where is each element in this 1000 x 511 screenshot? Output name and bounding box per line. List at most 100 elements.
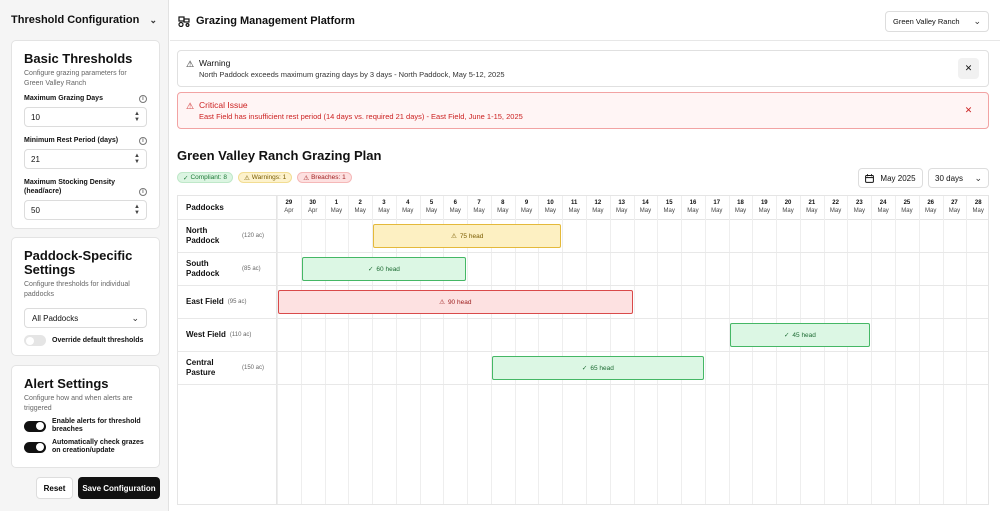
enable-alerts-toggle[interactable] [24,420,46,432]
day-label: 13 May [615,200,628,214]
warning-icon: ⚠ [450,233,457,240]
paddock-row: North Paddock (120 ac) [178,220,988,253]
day-label: 16 May [687,200,699,214]
range-select[interactable]: 30 days ⌄ [928,168,989,188]
month-picker-button[interactable]: May 2025 [858,168,923,188]
graze-bar-label: 90 head [447,298,472,306]
paddock-settings-heading: Paddock-Specific Settings [24,248,133,277]
auto-check-toggle[interactable] [24,441,46,453]
critical-title: Critical Issue [199,100,248,110]
paddock-label[interactable]: South Paddock (85 ac) [186,253,261,285]
breaches-badge-text: Breaches: 1 [311,174,346,181]
max-density-label-row: Maximum Stocking Density (head/acre) i [24,178,147,196]
paddock-name: South Paddock [186,259,220,278]
auto-check-label: Automatically check grazes on creation/u… [52,439,144,454]
info-icon[interactable]: i [139,95,147,103]
day-label: 25 May [901,200,913,214]
warning-title: Warning [199,58,231,68]
calendar-icon [865,173,875,183]
alert-settings-card: Alert Settings Configure how and when al… [11,365,160,468]
top-bar: Grazing Management Platform Green Valley… [170,0,1000,41]
day-label: 19 May [758,200,770,214]
ranch-select-value: Green Valley Ranch [893,17,960,26]
paddock-label[interactable]: West Field (110 ac) [186,319,251,351]
day-label: 6 May [449,200,461,214]
graze-bar[interactable]: ✓ 60 head [301,257,467,281]
day-label: 10 May [544,200,557,214]
plan-title: Green Valley Ranch Grazing Plan [177,148,382,163]
day-label: 12 May [592,200,604,214]
graze-bar-label: 65 head [590,364,614,372]
ranch-select[interactable]: Green Valley Ranch ⌄ [885,11,989,32]
paddock-acres: (150 ac) [242,365,265,371]
basic-thresholds-description: Configure grazing parameters for Green V… [24,70,127,87]
day-label: 21 May [806,200,818,214]
stepper-icon[interactable]: ▲ ▼ [134,111,140,123]
enable-alerts-row: Enable alerts for threshold breaches [24,418,147,434]
max-density-label: Maximum Stocking Density (head/acre) [24,179,116,195]
day-label: 5 May [425,200,438,214]
reset-button[interactable]: Reset [36,477,73,499]
close-icon[interactable]: ✕ [958,58,979,79]
paddock-label[interactable]: North Paddock (120 ac) [186,220,264,252]
save-configuration-button[interactable]: Save Configuration [78,477,160,499]
basic-thresholds-card: Basic Thresholds Configure grazing param… [11,40,160,229]
chevron-down-icon: ⌄ [974,172,982,183]
chevron-down-icon: ⌄ [131,312,139,323]
paddock-acres: (120 ac) [242,233,265,239]
check-icon: ✓ [367,266,374,273]
day-label: 15 May [663,200,675,214]
close-icon[interactable]: ✕ [958,100,979,121]
enable-alerts-label: Enable alerts for threshold breaches [52,418,141,433]
max-days-label: Maximum Grazing Days [24,95,103,102]
override-toggle[interactable] [24,335,46,346]
check-icon: ✓ [581,365,588,372]
max-density-input[interactable]: 50 ▲ ▼ [24,200,147,220]
paddock-acres: (85 ac) [242,266,261,272]
day-label: 26 May [925,200,937,214]
day-label: 27 May [948,200,961,214]
paddock-acres: (110 ac) [229,332,252,338]
max-days-input[interactable]: 10 ▲ ▼ [24,107,147,127]
day-label: 7 May [473,200,485,214]
app-title: Grazing Management Platform [178,15,355,27]
paddock-row: South Paddock (85 ac) [178,253,988,286]
graze-bar[interactable]: ⚠ 90 head [278,290,633,314]
critical-message: East Field has insufficient rest period … [199,112,523,121]
min-rest-label-row: Minimum Rest Period (days) i [24,136,147,145]
graze-bar[interactable]: ✓ 45 head [729,323,871,347]
override-row: Override default thresholds [24,335,147,346]
paddock-name: North Paddock [186,226,220,245]
paddock-label[interactable]: Central Pasture (150 ac) [186,352,264,384]
paddock-label[interactable]: East Field (95 ac) [186,286,246,318]
status-badges: ✓ Compliant: 8 ⚠ Warnings: 1 ⚠ Breaches: 1 [177,172,352,183]
info-icon[interactable]: i [139,137,147,145]
check-icon: ✓ [183,174,189,182]
day-label: 20 May [782,200,794,214]
warning-icon: ⚠ [186,59,195,69]
app-title-text: Grazing Management Platform [196,15,355,27]
day-label: 1 May [330,200,343,214]
graze-bar-label: 60 head [376,265,400,273]
critical-alert: ⚠ Critical Issue East Field has insuffic… [177,92,989,129]
day-label: 4 May [402,200,414,214]
graze-bar[interactable]: ✓ 65 head [491,356,704,380]
sidebar-header[interactable]: Threshold Configuration ⌄ [11,14,157,26]
min-rest-input[interactable]: 21 ▲ ▼ [24,149,147,169]
min-rest-label: Minimum Rest Period (days) [24,137,119,144]
stepper-icon[interactable]: ▲ ▼ [134,153,140,165]
tractor-icon [178,15,190,27]
day-label: 8 May [497,200,509,214]
override-label: Override default thresholds [52,336,144,344]
warnings-badge-text: Warnings: 1 [251,174,287,181]
grazing-grid: Paddocks 29 Apr 30 Apr 1 May 2 May 3 May 4 May 5 May 6… [177,195,989,505]
paddock-select[interactable]: All Paddocks ⌄ [24,308,147,328]
day-label: 22 May [829,200,842,214]
paddock-name: East Field [186,297,224,306]
max-density-value: 50 [31,205,40,215]
stepper-icon[interactable]: ▲ ▼ [134,204,140,216]
min-rest-value: 21 [31,154,40,164]
info-icon[interactable]: i [139,188,147,196]
graze-bar[interactable]: ⚠ 75 head [373,224,562,248]
day-label: 2 May [354,200,366,214]
